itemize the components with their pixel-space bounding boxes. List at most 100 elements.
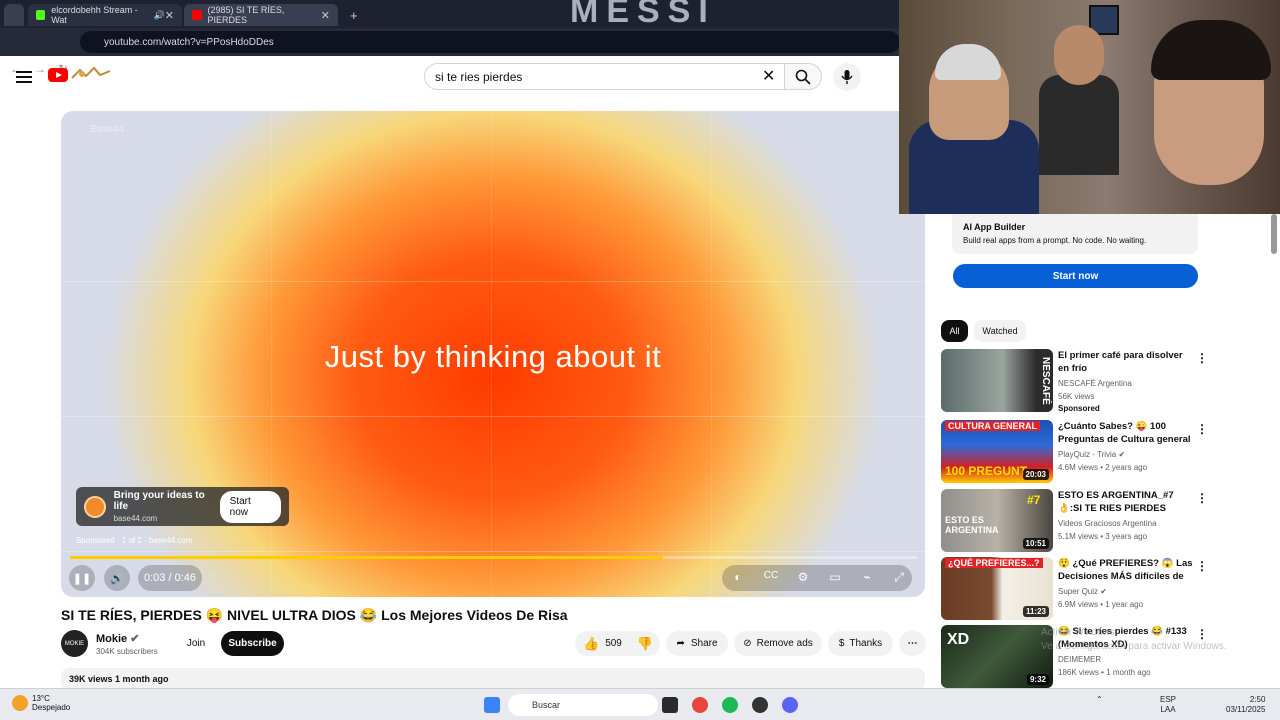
rec-channel[interactable]: Super Quiz ✔ (1058, 587, 1107, 596)
sidebar-ad-panel[interactable]: AI App Builder Build real apps from a pr… (952, 214, 1198, 254)
windows-start-icon[interactable] (484, 697, 500, 713)
taskbar-search-label: Buscar (532, 700, 561, 710)
channel-name[interactable]: Mokie ✔ (96, 632, 139, 645)
watermark-line-1: Activar Windows (1041, 627, 1115, 638)
close-icon[interactable]: ✕ (165, 9, 174, 22)
voice-search-button[interactable] (833, 63, 861, 91)
sidebar-start-now-button[interactable]: Start now (953, 264, 1198, 288)
weather-desc: Despejado (32, 703, 71, 712)
windows-taskbar: 13°C Despejado Buscar ⌃ ESP LAA 2:50 03/… (0, 688, 1280, 720)
share-button[interactable]: ➦ Share (666, 631, 728, 656)
clock-time: 2:50 (1249, 695, 1266, 704)
video-thumbnail[interactable]: ESTO ES ARGENTINA #7 10:51 (941, 489, 1053, 552)
subscribe-button[interactable]: Subscribe (221, 631, 284, 656)
rec-channel[interactable]: PlayQuiz - Trivia ✔ (1058, 450, 1125, 459)
thanks-button[interactable]: $ Thanks (828, 631, 893, 656)
settings-icon[interactable]: ⚙ (794, 570, 812, 584)
remove-ads-label: Remove ads (756, 638, 813, 649)
video-thumbnail[interactable]: XD 9:32 (941, 625, 1053, 688)
rec-channel[interactable]: Videos Graciosos Argentina (1058, 519, 1157, 528)
menu-icon[interactable] (16, 68, 32, 86)
more-vert-icon[interactable]: ⋮ (1196, 491, 1208, 505)
rec-channel[interactable]: DEIMEMER (1058, 655, 1101, 664)
cast-icon[interactable]: ⌁ (858, 570, 876, 584)
verified-icon: ✔ (1118, 450, 1126, 459)
taskbar-search[interactable]: Buscar (508, 694, 658, 716)
autoplay-toggle-icon[interactable]: ◐ (729, 570, 747, 584)
rec-title[interactable]: 😲 ¿Qué PREFIERES? 😱 Las Decisiones MÁS d… (1058, 557, 1194, 583)
youtube-logo-icon[interactable] (48, 68, 68, 82)
list-item[interactable]: ESTO ES ARGENTINA #7 10:51 ESTO ES ARGEN… (941, 489, 1211, 553)
video-thumbnail[interactable]: NESCAFÉ (941, 349, 1053, 412)
share-label: Share (690, 638, 718, 649)
description-box[interactable]: 39K views 1 month ago (61, 668, 925, 690)
volume-button[interactable]: 🔊 (104, 565, 130, 591)
clear-search-icon[interactable]: ✕ (762, 66, 775, 86)
more-vert-icon[interactable]: ⋮ (1196, 351, 1208, 365)
fullscreen-icon[interactable]: ⤢ (890, 570, 908, 585)
speaker-icon[interactable]: 🔊 (154, 10, 165, 21)
verified-icon: ✔ (130, 633, 140, 645)
captions-icon[interactable]: CC (762, 570, 780, 581)
list-item[interactable]: CULTURA GENERAL 100 PREGUNT 20:03 ¿Cuánt… (941, 420, 1211, 484)
close-icon[interactable]: ✕ (321, 9, 330, 22)
search-button[interactable] (784, 63, 822, 90)
browser-menu-button[interactable] (4, 4, 24, 26)
pause-button[interactable]: ❚❚ (69, 565, 95, 591)
theater-mode-icon[interactable]: ▭ (826, 570, 844, 584)
list-item[interactable]: ¿QUÉ PREFIERES...? 11:23 😲 ¿Qué PREFIERE… (941, 557, 1211, 621)
list-item[interactable]: NESCAFÉ El primer café para disolver en … (941, 349, 1211, 413)
ad-start-button[interactable]: Start now (219, 490, 281, 523)
remove-ads-button[interactable]: ⊘ Remove ads (734, 631, 822, 656)
video-thumbnail[interactable]: CULTURA GENERAL 100 PREGUNT 20:03 (941, 420, 1053, 483)
lang-region: LAA (1160, 705, 1176, 714)
more-actions-icon[interactable]: ⋯ (899, 631, 926, 656)
spotify-icon[interactable] (722, 697, 738, 713)
forward-icon[interactable]: → (34, 62, 46, 76)
video-title: SI TE RÍES, PIERDES 😝 NIVEL ULTRA DIOS 😂… (61, 607, 568, 623)
thumbs-up-icon: 👍 (583, 635, 600, 651)
progress-bar[interactable] (70, 556, 917, 559)
chrome-icon[interactable] (692, 697, 708, 713)
discord-icon[interactable] (782, 697, 798, 713)
rec-views: 4.6M views • 2 years ago (1058, 463, 1148, 472)
chip-all[interactable]: All (941, 320, 968, 342)
rec-title[interactable]: ESTO ES ARGENTINA_#7 👌:SI TE RIES PIERDE… (1058, 489, 1194, 515)
rec-channel[interactable]: NESCAFÉ Argentina (1058, 379, 1132, 388)
duration-badge: 11:23 (1022, 606, 1049, 617)
app-icon[interactable] (752, 697, 768, 713)
chip-watched[interactable]: Watched (974, 320, 1026, 342)
language-indicator[interactable]: ESP LAA (1160, 695, 1176, 715)
like-count: 509 (605, 638, 622, 649)
tray-chevron-icon[interactable]: ⌃ (1096, 695, 1103, 705)
scrollbar[interactable] (1271, 214, 1277, 254)
webcam-overlay (899, 0, 1280, 214)
channel-avatar[interactable]: MOKIE (61, 630, 88, 657)
join-button[interactable]: Join (176, 631, 216, 656)
more-vert-icon[interactable]: ⋮ (1196, 422, 1208, 436)
weather-temp: 13°C (32, 694, 50, 703)
search-query: si te ries pierdes (435, 69, 523, 84)
ad-card[interactable]: Bring your ideas to life base44.com Star… (76, 487, 289, 526)
rec-title[interactable]: El primer café para disolver en frío (1058, 349, 1194, 375)
watermark-line-2: Ve a Configuración para activar Windows. (1041, 641, 1227, 652)
dislike-button[interactable]: 👎 (630, 631, 660, 656)
tab-label: (2985) SI TE RÍES, PIERDES (207, 5, 285, 25)
search-input[interactable]: si te ries pierdes (424, 63, 788, 90)
tab-stream[interactable]: elcordobehh Stream - Wat 🔊 ✕ (28, 4, 182, 26)
share-icon: ➦ (676, 638, 685, 649)
clock[interactable]: 2:50 03/11/2025 (1226, 695, 1265, 715)
video-thumbnail[interactable]: ¿QUÉ PREFIERES...? 11:23 (941, 557, 1053, 620)
url-field[interactable]: youtube.com/watch?v=PPosHdoDDes (80, 31, 900, 53)
rec-title[interactable]: ¿Cuánto Sabes? 😜 100 Preguntas de Cultur… (1058, 420, 1194, 446)
task-view-icon[interactable] (662, 697, 678, 713)
weather-widget[interactable]: 13°C Despejado (12, 694, 70, 712)
doodle-icon[interactable] (70, 66, 112, 82)
rec-views: 56K views (1058, 392, 1095, 401)
url-text: youtube.com/watch?v=PPosHdoDDes (104, 36, 274, 48)
more-vert-icon[interactable]: ⋮ (1196, 559, 1208, 573)
banner-text: MESSI (570, 0, 716, 30)
thumbnail-text: ESTO ES ARGENTINA (945, 515, 999, 535)
tab-youtube[interactable]: (2985) SI TE RÍES, PIERDES ✕ (184, 4, 338, 26)
new-tab-icon[interactable]: + (342, 4, 364, 26)
